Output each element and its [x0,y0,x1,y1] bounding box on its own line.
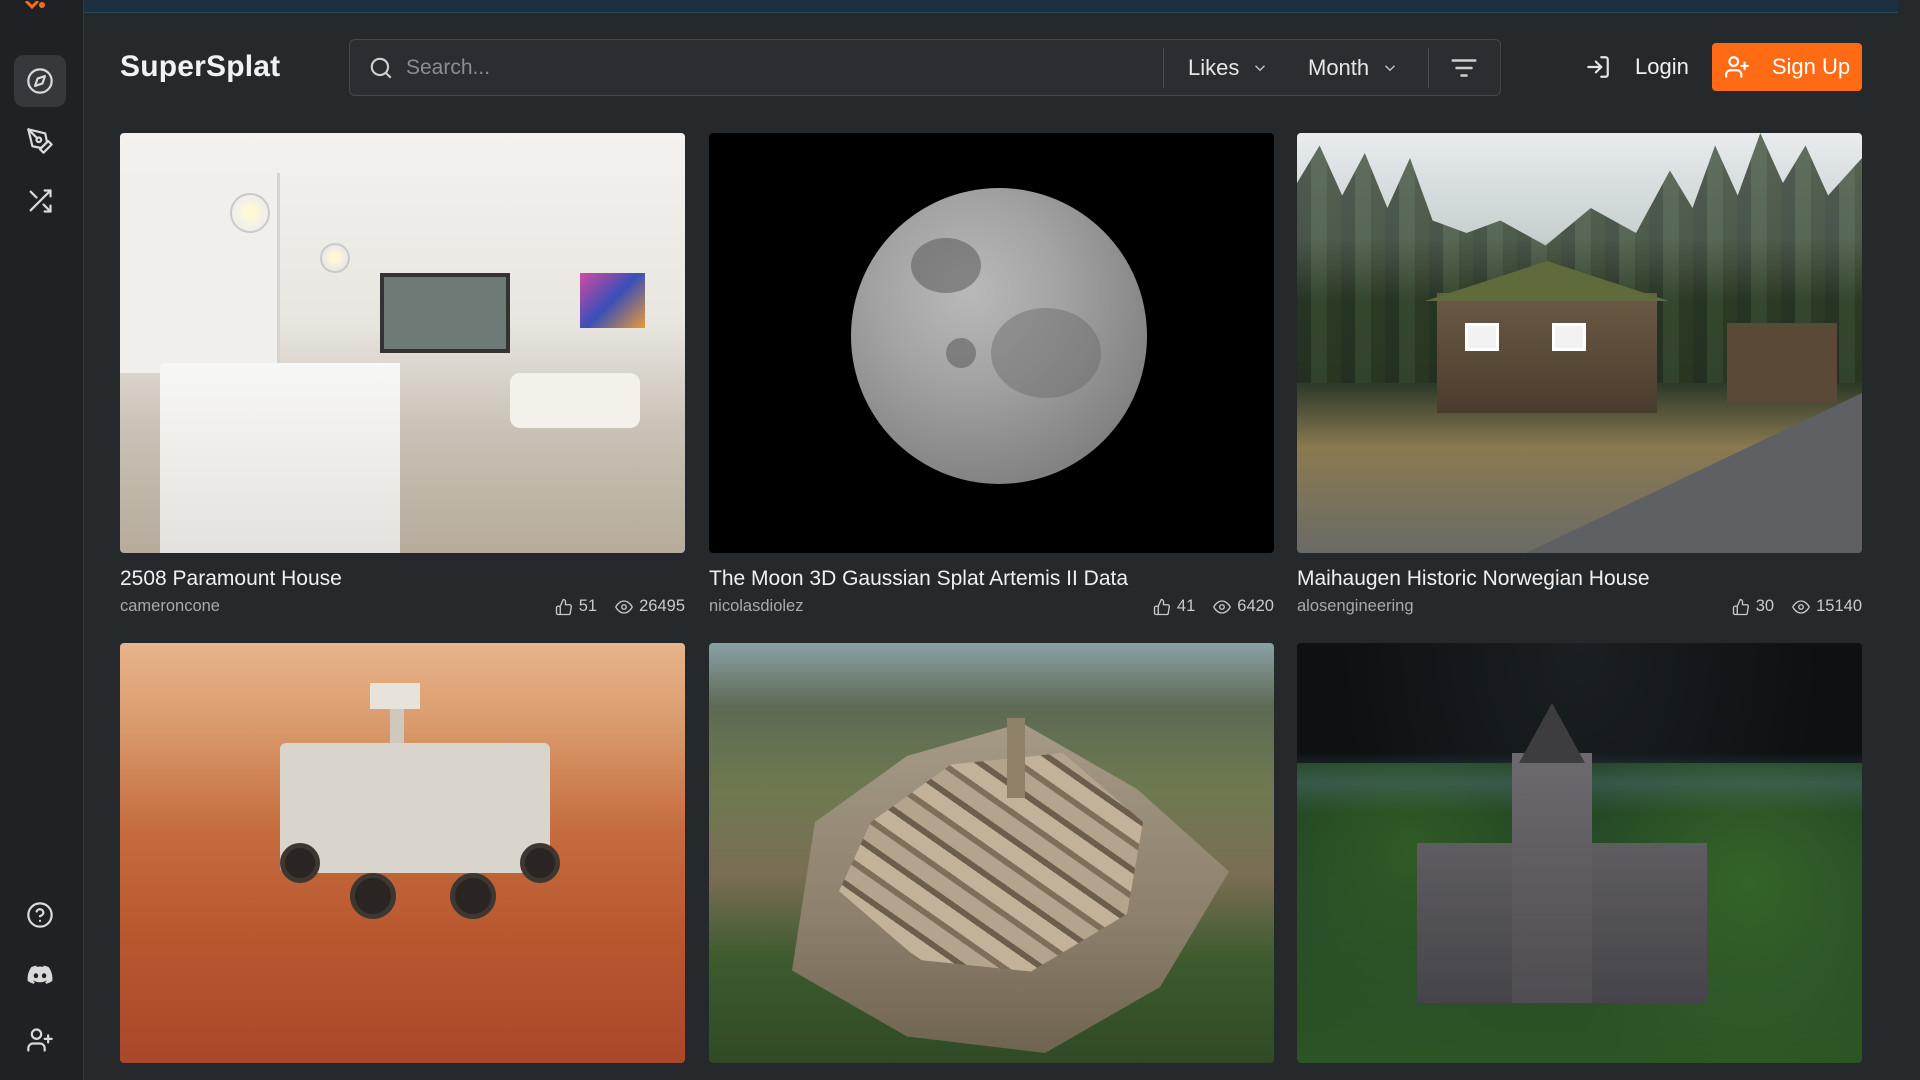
eye-icon [1213,599,1232,614]
splat-title[interactable]: 2508 Paramount House [120,567,685,591]
splat-thumbnail[interactable] [120,643,685,1063]
views-count: 6420 [1213,597,1274,616]
views-count: 15140 [1792,597,1862,616]
help-circle-icon [27,902,53,928]
splat-thumbnail[interactable] [709,133,1274,553]
sidebar-item-editor[interactable] [14,115,66,167]
splat-card[interactable]: 2508 Paramount House cameroncone 51 2649… [120,133,685,616]
thumbs-up-icon [1153,598,1170,615]
thumbs-up-icon [555,598,572,615]
views-count: 26495 [615,597,685,616]
splat-thumbnail[interactable] [1297,133,1862,553]
top-strip [84,0,1898,13]
chevron-down-icon [1385,64,1396,71]
splat-thumbnail[interactable] [709,643,1274,1063]
splat-thumbnail[interactable] [1297,643,1862,1063]
shuffle-icon [29,189,52,213]
filter-icon [1451,59,1477,77]
splat-thumbnail[interactable] [120,133,685,553]
splat-author[interactable]: alosengineering [1297,597,1414,616]
sidebar-item-discord[interactable] [14,949,66,1001]
filter-divider [1428,48,1429,88]
filter-button[interactable] [1449,53,1479,83]
splat-card[interactable] [1297,643,1862,1063]
compass-icon [27,68,53,94]
search-bar: Likes Month [349,39,1501,96]
splat-card[interactable]: The Moon 3D Gaussian Splat Artemis II Da… [709,133,1274,616]
likes-count: 30 [1732,597,1774,616]
sidebar-item-help[interactable] [14,889,66,941]
sort-dropdown-label: Likes [1188,54,1240,80]
login-button[interactable]: Login [1585,47,1689,87]
splat-author[interactable]: cameroncone [120,597,220,616]
sidebar-item-random[interactable] [14,175,66,227]
sidebar-item-explore[interactable] [14,55,66,107]
user-plus-icon [1724,56,1749,78]
signup-label: Sign Up [1771,54,1851,79]
eye-icon [615,599,634,614]
logo-icon[interactable] [22,0,50,12]
search-input[interactable] [406,50,1106,86]
search-icon [368,55,394,81]
user-plus-icon [27,1028,53,1052]
splat-card[interactable] [120,643,685,1063]
brand-title[interactable]: SuperSplat [120,50,280,84]
log-in-icon [1587,56,1609,78]
eye-icon [1792,599,1811,614]
splat-author[interactable]: nicolasdiolez [709,597,803,616]
period-dropdown[interactable]: Month [1308,40,1399,95]
sidebar-rail [0,0,84,1080]
likes-count: 51 [555,597,597,616]
pen-tool-icon [27,128,53,154]
sidebar-item-invite[interactable] [14,1014,66,1066]
splat-title[interactable]: The Moon 3D Gaussian Splat Artemis II Da… [709,567,1274,591]
chevron-down-icon [1255,64,1266,71]
search-divider [1163,48,1164,88]
discord-icon [27,965,53,984]
thumbs-up-icon [1732,598,1749,615]
signup-button[interactable]: Sign Up [1712,43,1862,91]
splat-title[interactable]: Maihaugen Historic Norwegian House [1297,567,1862,591]
sort-dropdown[interactable]: Likes [1188,40,1269,95]
login-label: Login [1635,54,1689,79]
splat-card[interactable] [709,643,1274,1063]
splat-card[interactable]: Maihaugen Historic Norwegian House alose… [1297,133,1862,616]
period-dropdown-label: Month [1308,54,1370,80]
likes-count: 41 [1153,597,1195,616]
